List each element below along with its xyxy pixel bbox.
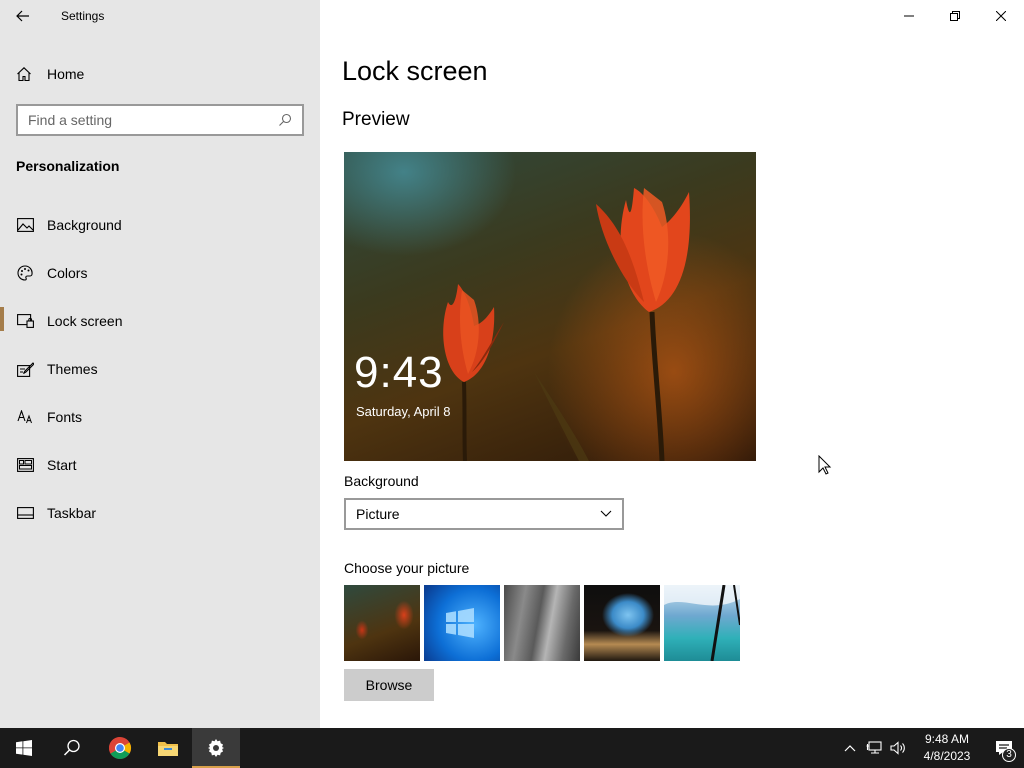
settings-icon [208, 739, 224, 757]
search-input[interactable] [28, 112, 278, 128]
sidebar-item-lock-screen[interactable]: Lock screen [0, 297, 320, 345]
search-box[interactable] [16, 104, 304, 136]
sidebar-item-label: Themes [47, 361, 98, 377]
app-title: Settings [61, 9, 105, 23]
back-arrow-icon [16, 10, 29, 22]
windows-start-icon [16, 740, 32, 756]
back-button[interactable] [0, 0, 46, 32]
section-title: Personalization [16, 158, 120, 174]
sidebar: Settings Home Personalization Background… [0, 0, 320, 728]
sidebar-item-label: Taskbar [47, 505, 97, 521]
taskbar-icon [16, 504, 34, 522]
lock-screen-time: 9:43 [354, 348, 444, 397]
window-controls [886, 0, 1024, 32]
clock[interactable]: 9:48 AM 4/8/2023 [914, 731, 980, 765]
show-hidden-icons-button[interactable] [838, 728, 862, 768]
lock-screen-icon [16, 312, 34, 330]
browse-button[interactable]: Browse [344, 669, 434, 701]
sidebar-item-start[interactable]: Start [0, 441, 320, 489]
volume-button[interactable] [886, 728, 910, 768]
taskbar: 9:48 AM 4/8/2023 3 [0, 728, 1024, 768]
volume-icon [890, 741, 905, 755]
sidebar-item-label: Lock screen [47, 313, 123, 329]
notification-count-badge: 3 [1002, 748, 1016, 762]
start-button[interactable] [0, 728, 48, 768]
chrome-icon [109, 737, 131, 759]
sidebar-item-label: Background [47, 217, 122, 233]
file-explorer-button[interactable] [144, 728, 192, 768]
minimize-button[interactable] [886, 0, 932, 32]
nav-home-label: Home [47, 66, 85, 82]
close-icon [996, 11, 1006, 21]
background-label: Background [344, 473, 419, 489]
sidebar-item-themes[interactable]: Themes [0, 345, 320, 393]
sidebar-item-label: Colors [47, 265, 88, 281]
sidebar-item-background[interactable]: Background [0, 201, 320, 249]
close-button[interactable] [978, 0, 1024, 32]
picture-icon [16, 216, 34, 234]
taskbar-search-button[interactable] [48, 728, 96, 768]
title-bar: Settings [0, 0, 320, 32]
sea-window-image [664, 585, 740, 661]
nav-list: Background Colors Lock screen Themes Fon… [0, 201, 320, 537]
themes-icon [16, 360, 34, 378]
network-icon [866, 741, 882, 754]
home-icon [16, 65, 34, 83]
background-dropdown-value: Picture [356, 506, 400, 522]
windows-logo-icon [446, 608, 474, 638]
sidebar-item-taskbar[interactable]: Taskbar [0, 489, 320, 537]
clock-date: 4/8/2023 [923, 749, 971, 763]
clock-time: 9:48 AM [924, 732, 970, 746]
palette-icon [16, 264, 34, 282]
page-title: Lock screen [342, 56, 488, 86]
lock-screen-date: Saturday, April 8 [356, 404, 451, 419]
fonts-icon [16, 408, 34, 426]
system-tray: 9:48 AM 4/8/2023 3 [838, 728, 1024, 768]
lock-screen-preview: 9:43 Saturday, April 8 [344, 152, 756, 461]
thumbnail-cave-beach[interactable] [584, 585, 660, 661]
restore-icon [950, 11, 960, 21]
sidebar-item-colors[interactable]: Colors [0, 249, 320, 297]
mouse-cursor-icon [818, 455, 832, 475]
network-button[interactable] [862, 728, 886, 768]
background-dropdown[interactable]: Picture [344, 498, 624, 530]
thumbnail-sea-window[interactable] [664, 585, 740, 661]
thumbnail-tulips[interactable] [344, 585, 420, 661]
file-explorer-icon [158, 742, 178, 756]
sidebar-item-fonts[interactable]: Fonts [0, 393, 320, 441]
sidebar-item-label: Fonts [47, 409, 83, 425]
thumbnail-windows-logo[interactable] [424, 585, 500, 661]
chrome-button[interactable] [96, 728, 144, 768]
sidebar-item-label: Start [47, 457, 77, 473]
nav-home[interactable]: Home [0, 56, 320, 92]
thumbnail-rock[interactable] [504, 585, 580, 661]
settings-button[interactable] [192, 728, 240, 768]
chevron-up-icon [844, 745, 856, 752]
action-center-button[interactable]: 3 [984, 728, 1024, 768]
restore-button[interactable] [932, 0, 978, 32]
minimize-icon [904, 15, 914, 17]
picture-thumbnails [344, 585, 740, 661]
preview-heading: Preview [342, 109, 410, 130]
search-icon [63, 739, 80, 756]
search-icon[interactable] [278, 113, 292, 127]
start-icon [16, 456, 34, 474]
choose-picture-label: Choose your picture [344, 560, 470, 576]
chevron-down-icon [600, 510, 612, 517]
